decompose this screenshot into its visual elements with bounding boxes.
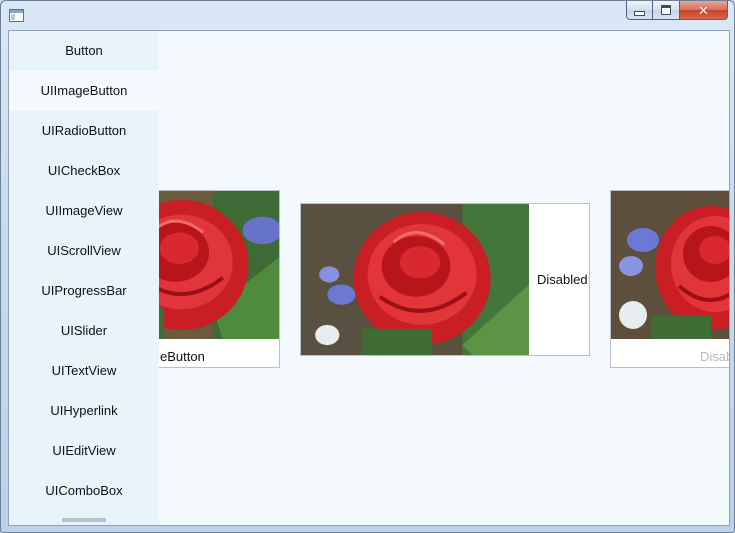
sidebar-item-label: UITextView (51, 363, 117, 378)
sidebar-item-uitextview[interactable]: UITextView (9, 351, 159, 391)
sidebar-item-uislider[interactable]: UISlider (9, 311, 159, 351)
maximize-button[interactable] (653, 1, 680, 20)
close-icon: ✕ (698, 2, 709, 18)
sidebar-item-truncated[interactable] (9, 511, 159, 525)
sidebar-item-button[interactable]: Button (9, 31, 159, 71)
sidebar-item-label: UIEditView (52, 443, 116, 458)
sidebar-nav: Button UIImageButton UIRadioButton UIChe… (9, 31, 159, 525)
sidebar-item-label: UIImageView (45, 203, 123, 218)
sidebar-item-label: UIImageButton (40, 83, 128, 98)
rose-image (301, 204, 529, 355)
minimize-button[interactable] (626, 1, 653, 20)
sidebar-item-uiradiobutton[interactable]: UIRadioButton (9, 111, 159, 151)
sidebar-item-label: UISlider (60, 323, 108, 338)
app-window-icon[interactable] (9, 9, 24, 22)
rose-image (611, 191, 729, 339)
card-label-disabled: Disab (700, 349, 730, 364)
sidebar-item-uiscrollview[interactable]: UIScrollView (9, 231, 159, 271)
sidebar-item-uiimagebutton[interactable]: UIImageButton (9, 71, 159, 111)
image-button-disabled-card: Disab (610, 190, 730, 368)
sidebar-item-label: Button (65, 43, 103, 58)
sidebar-item-label: UICheckBox (47, 163, 121, 178)
card-label: eButton (160, 349, 205, 364)
sidebar-item-label: UIHyperlink (50, 403, 118, 418)
card-label: Disabled (537, 272, 588, 287)
sidebar-item-uihyperlink[interactable]: UIHyperlink (9, 391, 159, 431)
sidebar-item-uiimageview[interactable]: UIImageView (9, 191, 159, 231)
sidebar-item-uieditview[interactable]: UIEditView (9, 431, 159, 471)
image-button-disabled-toggle-card[interactable]: Disabled (300, 203, 590, 356)
sidebar-item-label: UIComboBox (45, 483, 123, 498)
sidebar-item-label: UIRadioButton (41, 123, 127, 138)
sidebar-item-label: UIScrollView (47, 243, 121, 258)
app-window: ✕ eButton Disabled Disab Button UIImageB… (0, 0, 735, 533)
sidebar-item-uicombobox[interactable]: UIComboBox (9, 471, 159, 511)
maximize-icon (661, 5, 671, 15)
close-button[interactable]: ✕ (680, 1, 728, 20)
sidebar-item-uiprogressbar[interactable]: UIProgressBar (9, 271, 159, 311)
caption-buttons: ✕ (626, 1, 728, 21)
sidebar-item-label: UIProgressBar (41, 283, 127, 298)
sidebar-item-label-clipped (62, 518, 106, 522)
minimize-icon (634, 10, 645, 16)
title-bar[interactable]: ✕ (1, 1, 734, 30)
sidebar-item-uicheckbox[interactable]: UICheckBox (9, 151, 159, 191)
client-area: eButton Disabled Disab Button UIImageBut… (8, 30, 730, 526)
